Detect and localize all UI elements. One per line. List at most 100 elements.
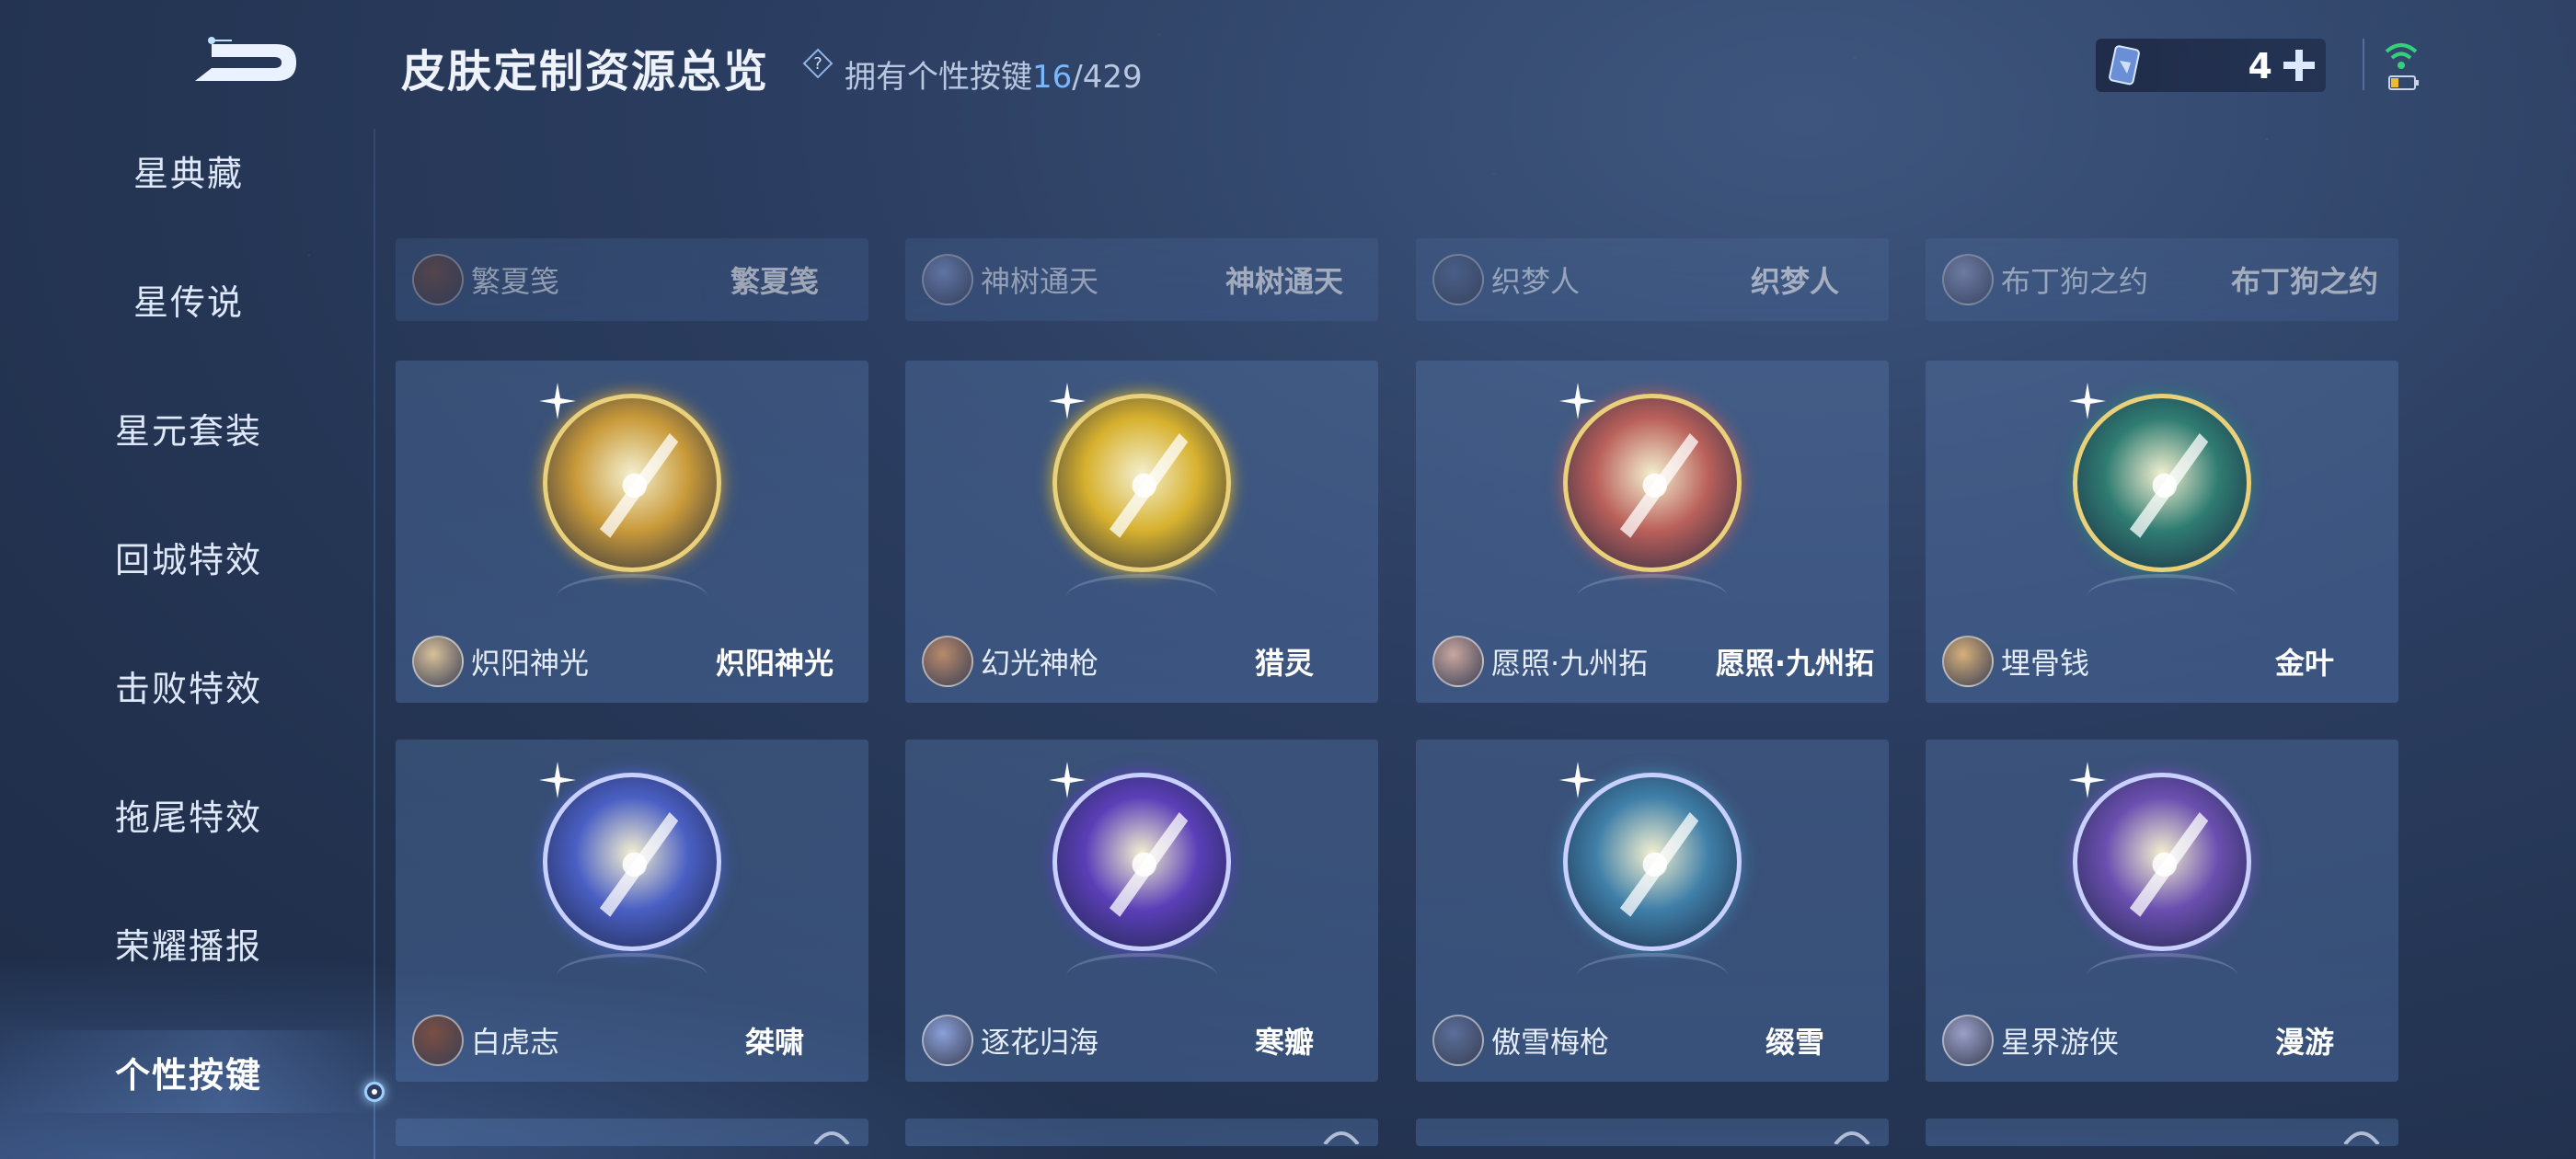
card-footer: 繁夏笺 繁夏笺 — [396, 238, 868, 321]
skin-card[interactable]: 埋骨钱 金叶 — [1926, 361, 2398, 703]
currency-box: 4 — [2096, 39, 2326, 92]
spear-icon — [1052, 394, 1231, 572]
sidebar-item-4[interactable]: 击败特效 — [0, 644, 377, 727]
orb-reflection — [1066, 953, 1217, 999]
hero-name: 白虎志 — [471, 1025, 560, 1060]
card-footer: 埋骨钱 金叶 — [1926, 620, 2398, 703]
hero-name: 星界游侠 — [2001, 1025, 2120, 1060]
hero-avatar — [1942, 636, 1994, 687]
card-footer: 逐花归海 寒瓣 — [905, 999, 1378, 1082]
skin-name: 繁夏笺 — [730, 264, 819, 299]
skin-card[interactable]: 愿照·九州拓 愿照·九州拓 — [1416, 361, 1889, 703]
orb-reflection — [557, 953, 707, 999]
orb-reflection — [1066, 574, 1217, 620]
card-footer: 白虎志 桀啸 — [396, 999, 868, 1082]
sparkle-icon — [1559, 383, 1596, 419]
card-footer: 幻光神枪 猎灵 — [905, 620, 1378, 703]
hero-avatar — [1432, 636, 1484, 687]
owned-total: /429 — [1072, 59, 1143, 96]
skin-name: 愿照·九州拓 — [1715, 646, 1875, 681]
skin-card-partial[interactable] — [1416, 1119, 1889, 1146]
skin-card-faded[interactable]: 神树通天 神树通天 — [905, 238, 1378, 321]
skin-card[interactable]: 幻光神枪 猎灵 — [905, 361, 1378, 703]
sparkle-icon — [2069, 383, 2106, 419]
hero-name: 繁夏笺 — [471, 264, 560, 299]
orb-reflection — [1577, 574, 1728, 620]
skin-card-partial[interactable] — [905, 1119, 1378, 1146]
sparkle-icon — [2069, 762, 2106, 798]
sparkle-icon — [539, 383, 576, 419]
hero-name: 愿照·九州拓 — [1491, 646, 1649, 681]
skin-card[interactable]: 逐花归海 寒瓣 — [905, 740, 1378, 1082]
help-icon[interactable]: ? — [802, 48, 834, 79]
skin-name: 炽阳神光 — [715, 646, 834, 681]
ticket-icon — [2109, 45, 2140, 86]
skin-card[interactable]: 白虎志 桀啸 — [396, 740, 868, 1082]
sparkle-icon — [1049, 383, 1086, 419]
orb-reflection — [2087, 574, 2237, 620]
hero-avatar — [412, 1015, 464, 1066]
gold-leaf-sword-icon — [2073, 394, 2251, 572]
crimson-blade-icon — [1563, 394, 1742, 572]
hero-name: 埋骨钱 — [2001, 646, 2090, 681]
sparkle-icon — [1049, 762, 1086, 798]
hero-avatar — [922, 636, 973, 687]
status-divider — [2363, 39, 2364, 90]
tiger-claw-icon — [543, 773, 721, 951]
hero-avatar — [1432, 254, 1484, 305]
skin-card-faded[interactable]: 布丁狗之约 布丁狗之约 — [1926, 238, 2398, 321]
hero-name: 幻光神枪 — [981, 646, 1099, 681]
hero-name: 织梦人 — [1491, 264, 1581, 299]
hero-avatar — [922, 254, 973, 305]
skin-name: 寒瓣 — [1254, 1025, 1314, 1060]
hero-avatar — [922, 1015, 973, 1066]
hero-name: 炽阳神光 — [471, 646, 590, 681]
sparkle-icon — [1559, 762, 1596, 798]
skin-name: 布丁狗之约 — [2230, 264, 2378, 299]
sidebar-item-3[interactable]: 回城特效 — [0, 515, 377, 598]
hero-avatar — [412, 254, 464, 305]
card-footer: 星界游侠 漫游 — [1926, 999, 2398, 1082]
card-footer: 神树通天 神树通天 — [905, 238, 1378, 321]
owned-label: 拥有个性按键 — [845, 59, 1032, 96]
star-dagger-icon — [2073, 773, 2251, 951]
skin-name: 桀啸 — [744, 1025, 804, 1060]
skin-name: 漫游 — [2274, 1025, 2334, 1060]
skin-card-partial[interactable] — [1926, 1119, 2398, 1146]
sparkle-icon — [539, 762, 576, 798]
hero-name: 布丁狗之约 — [2001, 264, 2149, 299]
skin-card-faded[interactable]: 织梦人 织梦人 — [1416, 238, 1889, 321]
sidebar-item-2[interactable]: 星元套装 — [0, 386, 377, 469]
skin-card[interactable]: 炽阳神光 炽阳神光 — [396, 361, 868, 703]
sun-blade-icon — [543, 394, 721, 572]
skin-card-faded[interactable]: 繁夏笺 繁夏笺 — [396, 238, 868, 321]
hero-name: 傲雪梅枪 — [1491, 1025, 1610, 1060]
sidebar-item-5[interactable]: 拖尾特效 — [0, 773, 377, 855]
hero-avatar — [1432, 1015, 1484, 1066]
add-currency-icon[interactable] — [2282, 48, 2317, 83]
orb-edge-icon — [2343, 1131, 2380, 1144]
hero-name: 逐花归海 — [981, 1025, 1099, 1060]
card-footer: 傲雪梅枪 缀雪 — [1416, 999, 1889, 1082]
card-footer: 愿照·九州拓 愿照·九州拓 — [1416, 620, 1889, 703]
hero-avatar — [412, 636, 464, 687]
hero-name: 神树通天 — [981, 264, 1099, 299]
currency-value: 4 — [2248, 46, 2272, 86]
owned-count: 16 — [1032, 59, 1073, 96]
hero-avatar — [1942, 1015, 1994, 1066]
back-button[interactable] — [184, 28, 304, 92]
svg-text:?: ? — [813, 54, 822, 74]
orb-edge-icon — [1323, 1131, 1360, 1144]
skin-card-partial[interactable] — [396, 1119, 868, 1146]
wifi-icon — [2385, 43, 2418, 69]
card-footer: 炽阳神光 炽阳神光 — [396, 620, 868, 703]
card-footer: 布丁狗之约 布丁狗之约 — [1926, 238, 2398, 321]
skin-card[interactable]: 星界游侠 漫游 — [1926, 740, 2398, 1082]
orb-reflection — [2087, 953, 2237, 999]
sidebar-item-6[interactable]: 荣耀播报 — [0, 901, 377, 984]
skin-card[interactable]: 傲雪梅枪 缀雪 — [1416, 740, 1889, 1082]
sidebar-item-0[interactable]: 星典藏 — [0, 129, 377, 212]
back-arrow-icon — [195, 37, 296, 81]
sidebar-item-1[interactable]: 星传说 — [0, 258, 377, 340]
sidebar-item-7[interactable]: 个性按键 — [0, 1030, 377, 1113]
